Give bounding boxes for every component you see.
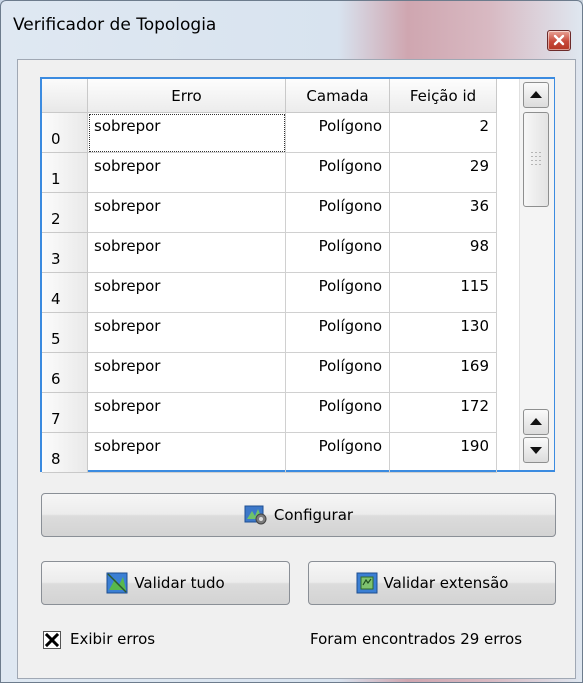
- validate-all-button-label: Validar tudo: [134, 574, 225, 592]
- configure-button[interactable]: Configurar: [41, 493, 556, 537]
- scrollbar-thumb[interactable]: [523, 112, 549, 207]
- cell-camada[interactable]: Polígono: [286, 153, 390, 193]
- row-header[interactable]: 7: [42, 393, 88, 433]
- validate-all-icon: [106, 572, 128, 594]
- cell-feicao-id[interactable]: 115: [390, 273, 497, 313]
- close-icon: [553, 34, 565, 46]
- row-header[interactable]: 4: [42, 273, 88, 313]
- cell-feicao-id[interactable]: 36: [390, 193, 497, 233]
- cell-camada[interactable]: Polígono: [286, 353, 390, 393]
- cell-erro[interactable]: sobrepor: [88, 353, 286, 393]
- row-header[interactable]: 0: [42, 113, 88, 153]
- scroll-up-icon: [530, 418, 542, 425]
- dialog-client-area: Erro Camada Feição id 0 sobrepor Polígono 2…: [17, 59, 576, 679]
- column-header-feicao-id[interactable]: Feição id: [390, 79, 497, 113]
- cell-feicao-id[interactable]: 29: [390, 153, 497, 193]
- cell-camada[interactable]: Polígono: [286, 113, 390, 153]
- row-header[interactable]: 3: [42, 233, 88, 273]
- row-header[interactable]: 1: [42, 153, 88, 193]
- cell-erro[interactable]: sobrepor: [88, 153, 286, 193]
- cell-camada[interactable]: Polígono: [286, 433, 390, 473]
- cell-erro[interactable]: sobrepor: [88, 113, 286, 153]
- errors-found-status: Foram encontrados 29 erros: [310, 630, 523, 648]
- column-header-camada[interactable]: Camada: [286, 79, 390, 113]
- cell-erro[interactable]: sobrepor: [88, 393, 286, 433]
- configure-button-label: Configurar: [273, 506, 354, 524]
- cell-erro[interactable]: sobrepor: [88, 273, 286, 313]
- show-errors-checkbox[interactable]: [43, 631, 61, 649]
- configure-icon: [244, 505, 267, 525]
- row-header[interactable]: 5: [42, 313, 88, 353]
- cell-feicao-id[interactable]: 169: [390, 353, 497, 393]
- table-corner-button[interactable]: [42, 79, 88, 113]
- validate-extent-icon: [356, 572, 378, 594]
- cell-feicao-id[interactable]: 130: [390, 313, 497, 353]
- validate-all-button[interactable]: Validar tudo: [41, 561, 290, 605]
- cell-camada[interactable]: Polígono: [286, 193, 390, 233]
- cell-erro[interactable]: sobrepor: [88, 193, 286, 233]
- vertical-scrollbar[interactable]: [519, 79, 554, 470]
- title-bar[interactable]: Verificador de Topologia: [1, 1, 582, 51]
- errors-table[interactable]: Erro Camada Feição id 0 sobrepor Polígono 2…: [40, 77, 555, 473]
- close-button[interactable]: [547, 30, 571, 51]
- scroll-up-icon: [530, 91, 542, 98]
- scroll-up-secondary-button[interactable]: [523, 409, 549, 435]
- show-errors-label[interactable]: Exibir erros: [70, 630, 155, 648]
- validate-extent-button[interactable]: Validar extensão: [308, 561, 556, 605]
- cell-erro[interactable]: sobrepor: [88, 433, 286, 473]
- window-title: Verificador de Topologia: [13, 15, 217, 35]
- grip-icon: [531, 152, 541, 165]
- scroll-down-button[interactable]: [523, 437, 549, 463]
- column-header-erro[interactable]: Erro: [88, 79, 286, 113]
- scroll-down-icon: [530, 447, 542, 454]
- cell-erro[interactable]: sobrepor: [88, 233, 286, 273]
- checkbox-check-icon: [44, 632, 60, 648]
- cell-camada[interactable]: Polígono: [286, 313, 390, 353]
- cell-feicao-id[interactable]: 98: [390, 233, 497, 273]
- cell-camada[interactable]: Polígono: [286, 393, 390, 433]
- cell-feicao-id[interactable]: 2: [390, 113, 497, 153]
- cell-feicao-id[interactable]: 190: [390, 433, 497, 473]
- row-header[interactable]: 6: [42, 353, 88, 393]
- validate-extent-button-label: Validar extensão: [383, 574, 509, 592]
- cell-feicao-id[interactable]: 172: [390, 393, 497, 433]
- row-header[interactable]: 8: [42, 433, 88, 473]
- cell-erro[interactable]: sobrepor: [88, 313, 286, 353]
- topology-checker-window: Verificador de Topologia Erro Camada Fei…: [0, 0, 583, 683]
- cell-camada[interactable]: Polígono: [286, 273, 390, 313]
- scroll-up-button[interactable]: [523, 82, 549, 108]
- row-header[interactable]: 2: [42, 193, 88, 233]
- cell-camada[interactable]: Polígono: [286, 233, 390, 273]
